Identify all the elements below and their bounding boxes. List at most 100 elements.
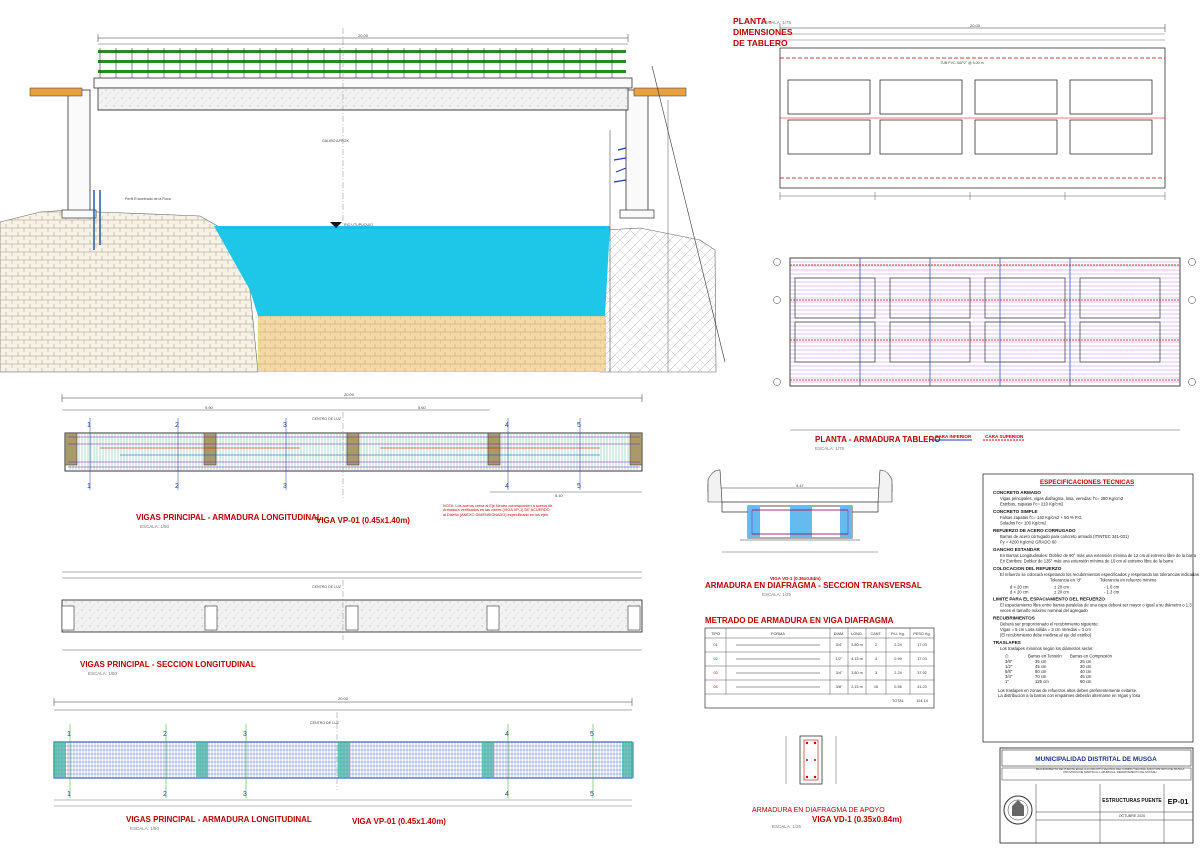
schedule-cell: 2 xyxy=(875,643,877,647)
axis-label-top: 4 xyxy=(505,422,509,429)
rock-label: Perfil Encontrado de la Roca xyxy=(125,197,171,201)
diaph-title: ARMADURA EN DIAFRAGMA - SECCION TRANSVER… xyxy=(705,581,922,590)
span-dim: 20.00 xyxy=(358,33,369,38)
support-title: ARMADURA EN DIAFRAGMA DE APOYO xyxy=(752,807,885,814)
schedule-cell: 17.03 xyxy=(917,643,927,647)
schedule-cell: 03 xyxy=(713,671,717,675)
main-girder xyxy=(97,87,629,111)
schedule-header: DIAM. xyxy=(834,632,845,636)
beam3-title: VIGAS PRINCIPAL - ARMADURA LONGITUDINAL xyxy=(126,815,312,824)
beam2-title: VIGAS PRINCIPAL - SECCION LONGITUDINAL xyxy=(80,660,256,669)
spec-footer: La distribución a la barras con empalmes… xyxy=(998,693,1141,698)
beam2-scale: ESCALA: 1/50 xyxy=(88,671,118,676)
plan-scale: ESCALA: 1/75 xyxy=(762,20,792,25)
beam1-d2: 5.60 xyxy=(418,405,427,410)
schedule-cell: 17.03 xyxy=(917,657,927,661)
spec-heading: REFUERZO DE ACERO CORRUGADO xyxy=(993,528,1076,533)
spec-line: El refuerzo se colocará respetando los r… xyxy=(1000,572,1199,577)
spec-line: En Barras Longitudinales: Doblez de 90° … xyxy=(1000,553,1197,558)
axis-label-bottom: 5 xyxy=(590,791,594,798)
lap-header: Barras en Compresión xyxy=(1070,654,1113,659)
axis-label-bottom: 1 xyxy=(87,483,91,490)
municipality: MUNICIPALIDAD DISTRITAL DE MUSGA xyxy=(1035,756,1157,763)
diaph-width: 4.47 xyxy=(796,483,805,488)
support-scale: ESCALA: 1/25 xyxy=(772,824,802,829)
project-name: MEJORAMIENTO DE PUENTE EN EL ILA CIRCUIT… xyxy=(1035,768,1185,775)
schedule-cell: 04 xyxy=(713,685,717,689)
schedule-cell: 1/2" xyxy=(836,657,843,661)
beam3-label: VIGA VP-01 (0.45x1.40m) xyxy=(352,817,446,826)
schedule-cell: 3.80 m xyxy=(851,643,863,647)
beam-longitudinal-1: 20.00 9.90 5.60 CENTRO DE LUZ 1 1 2 2 3 3 4 4 5 5… xyxy=(61,392,643,529)
diaphragm-slot xyxy=(204,605,218,631)
diaphragm-block xyxy=(622,742,634,778)
tol-cell: ± 20 cm xyxy=(1054,590,1069,595)
axis-label-top: 2 xyxy=(175,422,179,429)
schedule-cell: 01 xyxy=(713,643,717,647)
right-abutment xyxy=(625,89,649,216)
schedule-cell: 2.15 m xyxy=(851,685,863,689)
schedule-cell: 4.15 m xyxy=(851,657,863,661)
lap-cell: 60 cm xyxy=(1080,679,1092,684)
plan-length-dim: 20.00 xyxy=(970,23,981,28)
beam1-note: NOTA: Los aceros cerca al Eje Neutro cor… xyxy=(443,504,553,517)
axis-label-top: 1 xyxy=(67,731,71,738)
plan-rebar-scale: ESCALA: 1/75 xyxy=(815,446,845,451)
diaphragm-block xyxy=(54,742,66,778)
schedule-header: TIPO xyxy=(711,632,720,636)
axis-label-top: 2 xyxy=(163,731,167,738)
schedule-header: LONG. xyxy=(851,632,863,636)
diaphragm-block xyxy=(482,742,494,778)
lap-header: Barras en Tensión xyxy=(1028,654,1062,659)
schedule-frame xyxy=(704,627,935,709)
beam-longitudinal-2: 20.00 CENTRO DE LUZ 1 1 2 2 3 3 4 4 5 5 VIGAS PRI… xyxy=(53,696,634,831)
diaphragm-slot xyxy=(486,605,500,631)
tol-header: Tolerancia en "d" xyxy=(1050,578,1082,583)
axis-label-top: 5 xyxy=(577,422,581,429)
spec-panel: ESPECIFICACIONES TECNICAS CONCRETO ARMAD… xyxy=(982,473,1199,743)
schedule-title: METRADO DE ARMADURA EN VIGA DIAFRAGMA xyxy=(705,616,894,625)
axis-label-bottom: 3 xyxy=(283,483,287,490)
schedule-cell: 0.56 xyxy=(894,685,901,689)
axis-label-bottom: 4 xyxy=(505,791,509,798)
axis-label-bottom: 4 xyxy=(505,483,509,490)
schedule-cell: 02 xyxy=(713,657,717,661)
riverbed-sand xyxy=(258,316,606,372)
diaph-beam: VIGA VD-1 (0.35x0.84m) xyxy=(770,576,821,581)
spec-heading: GANCHO ESTANDAR xyxy=(993,547,1041,552)
axis-label-top: 3 xyxy=(243,731,247,738)
legend-superior: CARA SUPERIOR xyxy=(985,434,1024,439)
spec-heading: CONCRETO SIMPLE xyxy=(993,509,1038,514)
spec-title: ESPECIFICACIONES TECNICAS xyxy=(1040,479,1134,486)
pipe-label: TUB PVC SAP2" @ 5.00 m xyxy=(940,61,984,65)
plan-title-3: DE TABLERO xyxy=(733,38,788,48)
diaphragm-block xyxy=(64,432,78,466)
tol-cell: d < 20 cm xyxy=(1010,590,1029,595)
diaphragm-slot xyxy=(345,605,359,631)
beam3-scale: ESCALA: 1/50 xyxy=(130,826,160,831)
legend-inferior: CARA INFERIOR xyxy=(935,434,972,439)
axis-label-bottom: 3 xyxy=(243,791,247,798)
lap-header: ∅ xyxy=(1005,654,1009,659)
schedule-cell: 41.23 xyxy=(917,685,927,689)
title-block: MUNICIPALIDAD DISTRITAL DE MUSGA MEJORAM… xyxy=(999,747,1194,844)
schedule-header: FORMA xyxy=(771,632,785,636)
diaphragm-block xyxy=(346,432,360,466)
axis-label-top: 4 xyxy=(505,731,509,738)
spec-line: En Estribos: Doblez de 135° más una exte… xyxy=(1000,559,1174,564)
beam1-scale: ESCALA: 1/50 xyxy=(140,524,170,529)
gauge-label: GALIBO APROX. xyxy=(322,139,350,143)
plan-rebar-title: PLANTA - ARMADURA TABLERO xyxy=(815,435,940,444)
bridge-elevation: 20.00 GALIBO APROX. RIO UTUPUQUIO Perfil… xyxy=(0,28,726,373)
schedule-cell: 4 xyxy=(875,657,877,661)
schedule-cell: 3/4" xyxy=(836,671,843,675)
schedule-cell: 16 xyxy=(874,685,878,689)
diaphragm-section: 4.47 ARMADURA EN DIAFRAGMA - SECCION TRA… xyxy=(705,469,922,597)
axis-label-bottom: 2 xyxy=(163,791,167,798)
diaphragm-slot xyxy=(61,605,75,631)
diaphragm-block xyxy=(487,432,501,466)
sheet-title: ESTRUCTURAS PUENTE xyxy=(1102,798,1162,804)
deck-slab xyxy=(93,77,633,89)
beam1-title: VIGAS PRINCIPAL - ARMADURA LONGITUDINAL xyxy=(136,513,322,522)
diaphragm-block xyxy=(629,432,643,466)
